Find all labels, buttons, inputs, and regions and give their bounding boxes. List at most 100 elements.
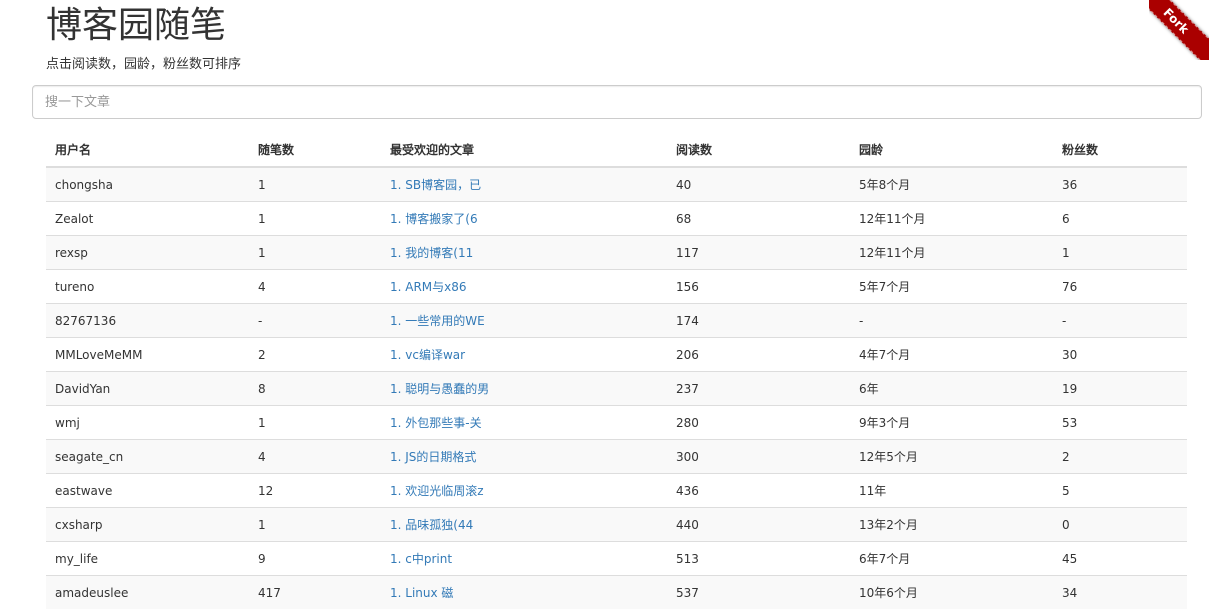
table-row: MMLoveMeMM 2 1. vc编译war 206 4年7个月 30 [46, 337, 1187, 372]
article-link[interactable]: 1. JS的日期格式 [390, 450, 476, 464]
cell-follower-count: 30 [1053, 337, 1187, 372]
cell-account-age: 12年5个月 [850, 439, 1053, 474]
cell-account-age: 5年8个月 [850, 167, 1053, 202]
cell-account-age: 6年7个月 [850, 541, 1053, 576]
cell-username: MMLoveMeMM [46, 337, 249, 372]
cell-account-age: 6年 [850, 371, 1053, 406]
cell-username: tureno [46, 269, 249, 304]
article-link[interactable]: 1. 我的博客(11 [390, 246, 473, 260]
cell-account-age: - [850, 303, 1053, 338]
cell-follower-count: 5 [1053, 473, 1187, 508]
cell-popular-article: 1. 外包那些事-关 [381, 405, 667, 440]
article-link[interactable]: 1. 博客搬家了(6 [390, 212, 478, 226]
cell-username: DavidYan [46, 371, 249, 406]
cell-account-age: 5年7个月 [850, 269, 1053, 304]
cell-read-count: 174 [667, 303, 850, 338]
cell-read-count: 68 [667, 201, 850, 236]
table-row: Zealot 1 1. 博客搬家了(6 68 12年11个月 6 [46, 201, 1187, 236]
article-link[interactable]: 1. 聪明与愚蠢的男 [390, 382, 489, 396]
table-row: tureno 4 1. ARM与x86 156 5年7个月 76 [46, 269, 1187, 304]
cell-popular-article: 1. JS的日期格式 [381, 439, 667, 474]
cell-post-count: 4 [249, 269, 381, 304]
cell-read-count: 436 [667, 473, 850, 508]
cell-popular-article: 1. 欢迎光临周滚z [381, 473, 667, 508]
cell-popular-article: 1. 品味孤独(44 [381, 507, 667, 542]
posts-table-container: 用户名 随笔数 最受欢迎的文章 阅读数 园龄 粉丝数 chongsha 1 1. SB博客园，… [46, 132, 1187, 609]
cell-username: rexsp [46, 235, 249, 270]
table-row: seagate_cn 4 1. JS的日期格式 300 12年5个月 2 [46, 439, 1187, 474]
article-link[interactable]: 1. 品味孤独(44 [390, 518, 473, 532]
cell-popular-article: 1. 聪明与愚蠢的男 [381, 371, 667, 406]
article-link[interactable]: 1. ARM与x86 [390, 280, 467, 294]
table-row: wmj 1 1. 外包那些事-关 280 9年3个月 53 [46, 405, 1187, 440]
cell-post-count: 1 [249, 507, 381, 542]
article-link[interactable]: 1. 一些常用的WE [390, 314, 485, 328]
cell-account-age: 9年3个月 [850, 405, 1053, 440]
cell-account-age: 4年7个月 [850, 337, 1053, 372]
cell-popular-article: 1. ARM与x86 [381, 269, 667, 304]
cell-post-count: 1 [249, 235, 381, 270]
cell-post-count: 12 [249, 473, 381, 508]
cell-post-count: 417 [249, 575, 381, 609]
article-link[interactable]: 1. 欢迎光临周滚z [390, 484, 484, 498]
cell-read-count: 206 [667, 337, 850, 372]
cell-username: wmj [46, 405, 249, 440]
article-link[interactable]: 1. vc编译war [390, 348, 465, 362]
cell-read-count: 117 [667, 235, 850, 270]
article-link[interactable]: 1. Linux 磁 [390, 586, 453, 600]
table-row: DavidYan 8 1. 聪明与愚蠢的男 237 6年 19 [46, 371, 1187, 406]
table-row: chongsha 1 1. SB博客园，已 40 5年8个月 36 [46, 167, 1187, 202]
cell-follower-count: 45 [1053, 541, 1187, 576]
article-link[interactable]: 1. SB博客园，已 [390, 178, 481, 192]
article-link[interactable]: 1. 外包那些事-关 [390, 416, 482, 430]
fork-ribbon-link[interactable]: Fork [1149, 0, 1209, 60]
column-header-follower-count[interactable]: 粉丝数 [1053, 132, 1187, 168]
cell-read-count: 40 [667, 167, 850, 202]
cell-popular-article: 1. SB博客园，已 [381, 167, 667, 202]
cell-account-age: 13年2个月 [850, 507, 1053, 542]
table-row: 82767136-1. 一些常用的WE 174- - [46, 303, 1187, 338]
cell-username: 82767136 [46, 303, 249, 338]
cell-follower-count: 34 [1053, 575, 1187, 609]
cell-post-count: 9 [249, 541, 381, 576]
cell-post-count: 4 [249, 439, 381, 474]
fork-ribbon-container: Fork [1149, 0, 1209, 60]
cell-popular-article: 1. vc编译war [381, 337, 667, 372]
cell-post-count: 8 [249, 371, 381, 406]
cell-follower-count: 76 [1053, 269, 1187, 304]
cell-account-age: 12年11个月 [850, 201, 1053, 236]
cell-read-count: 237 [667, 371, 850, 406]
cell-follower-count: 19 [1053, 371, 1187, 406]
cell-follower-count: 0 [1053, 507, 1187, 542]
cell-popular-article: 1. c中print [381, 541, 667, 576]
cell-post-count: 1 [249, 405, 381, 440]
cell-post-count: 1 [249, 201, 381, 236]
cell-username: eastwave [46, 473, 249, 508]
cell-popular-article: 1. Linux 磁 [381, 575, 667, 609]
page: 博客园随笔 点击阅读数，园龄，粉丝数可排序 Fork 用户名随笔数最受欢迎的文章… [0, 0, 1209, 611]
cell-username: amadeuslee [46, 575, 249, 609]
cell-popular-article: 1. 我的博客(11 [381, 235, 667, 270]
article-link[interactable]: 1. c中print [390, 552, 452, 566]
cell-username: chongsha [46, 167, 249, 202]
column-header-popular-article: 最受欢迎的文章 [381, 132, 667, 168]
column-header-account-age[interactable]: 园龄 [850, 132, 1053, 168]
cell-read-count: 156 [667, 269, 850, 304]
cell-account-age: 11年 [850, 473, 1053, 508]
cell-account-age: 12年11个月 [850, 235, 1053, 270]
page-subtitle: 点击阅读数，园龄，粉丝数可排序 [46, 57, 242, 72]
cell-follower-count: 36 [1053, 167, 1187, 202]
cell-follower-count: 6 [1053, 201, 1187, 236]
cell-follower-count: - [1053, 303, 1187, 338]
cell-username: cxsharp [46, 507, 249, 542]
cell-popular-article: 1. 一些常用的WE [381, 303, 667, 338]
cell-follower-count: 1 [1053, 235, 1187, 270]
table-body: chongsha 1 1. SB博客园，已 40 5年8个月 36 Zealot 1 1. 博客… [46, 167, 1187, 609]
table-row: eastwave 12 1. 欢迎光临周滚z 436 11年 5 [46, 473, 1187, 508]
cell-username: Zealot [46, 201, 249, 236]
cell-follower-count: 53 [1053, 405, 1187, 440]
search-input[interactable] [32, 85, 1202, 119]
column-header-read-count[interactable]: 阅读数 [667, 132, 850, 168]
cell-read-count: 280 [667, 405, 850, 440]
cell-post-count: 2 [249, 337, 381, 372]
